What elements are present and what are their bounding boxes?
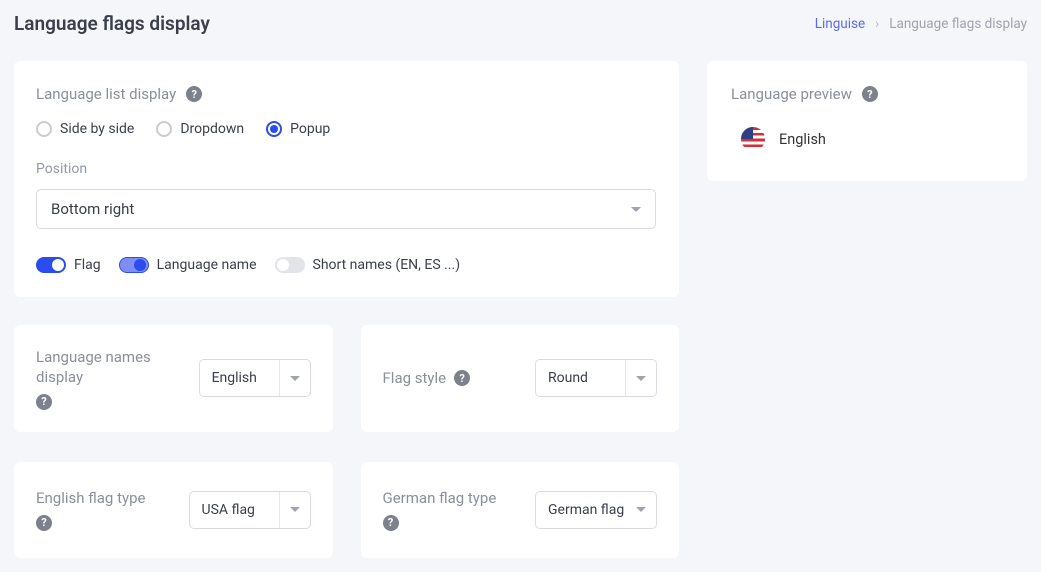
card-title: Language preview ? (731, 85, 1003, 103)
toggle-language-name[interactable]: Language name (119, 257, 257, 273)
radio-label: Popup (290, 121, 330, 137)
language-names-display-card: Language names display ? English (14, 325, 333, 432)
toggle-switch-icon (36, 257, 66, 273)
select-value: German flag (548, 502, 624, 518)
chevron-right-icon: › (875, 16, 879, 32)
card-label: Flag style (383, 368, 447, 388)
language-name: English (779, 131, 826, 148)
card-title-text: Language preview (731, 85, 852, 103)
breadcrumb: Linguise › Language flags display (815, 16, 1027, 32)
toggle-switch-icon (119, 257, 149, 273)
german-flag-select[interactable]: German flag (535, 491, 657, 529)
position-select[interactable]: Bottom right (36, 189, 656, 229)
usa-flag-icon (741, 127, 765, 151)
radio-icon (266, 121, 282, 137)
radio-label: Dropdown (180, 121, 244, 137)
toggle-label: Flag (74, 257, 101, 273)
card-label: English flag type (36, 488, 145, 508)
card-title-text: Language list display (36, 85, 176, 103)
toggle-label: Short names (EN, ES ...) (313, 257, 461, 273)
flag-style-card: Flag style ? Round (361, 325, 680, 432)
language-list-display-card: Language list display ? Side by side Dro… (14, 61, 679, 297)
german-flag-type-card: German flag type ? German flag (361, 462, 680, 558)
breadcrumb-current: Language flags display (889, 16, 1027, 32)
help-icon[interactable]: ? (36, 515, 52, 531)
select-value: Round (548, 370, 588, 386)
language-preview-item[interactable]: English (731, 121, 1003, 153)
toggle-switch-icon (275, 257, 305, 273)
breadcrumb-root-link[interactable]: Linguise (815, 16, 865, 32)
flag-style-select[interactable]: Round (535, 359, 657, 397)
radio-dropdown[interactable]: Dropdown (156, 121, 244, 137)
english-flag-type-card: English flag type ? USA flag (14, 462, 333, 558)
chevron-down-icon (290, 376, 300, 381)
language-names-select[interactable]: English (199, 359, 311, 397)
language-preview-card: Language preview ? English (707, 61, 1027, 181)
radio-label: Side by side (60, 121, 134, 137)
chevron-down-icon (636, 376, 646, 381)
help-icon[interactable]: ? (454, 370, 470, 386)
display-mode-radios: Side by side Dropdown Popup (36, 121, 657, 137)
chevron-down-icon (290, 507, 300, 512)
help-icon[interactable]: ? (862, 86, 878, 102)
english-flag-select[interactable]: USA flag (189, 491, 311, 529)
radio-side-by-side[interactable]: Side by side (36, 121, 134, 137)
select-value: Bottom right (51, 200, 134, 218)
chevron-down-icon (636, 507, 646, 512)
page-title: Language flags display (14, 12, 210, 35)
card-label: German flag type (383, 488, 497, 508)
help-icon[interactable]: ? (36, 394, 52, 410)
radio-icon (36, 121, 52, 137)
toggle-label: Language name (157, 257, 257, 273)
position-label: Position (36, 161, 657, 177)
help-icon[interactable]: ? (383, 515, 399, 531)
chevron-down-icon (631, 207, 641, 212)
card-title: Language list display ? (36, 85, 657, 103)
select-value: USA flag (202, 502, 255, 518)
toggles-row: Flag Language name Short names (EN, ES .… (36, 257, 657, 273)
select-value: English (212, 370, 257, 386)
radio-icon (156, 121, 172, 137)
card-label: Language names display (36, 347, 185, 388)
radio-popup[interactable]: Popup (266, 121, 330, 137)
toggle-flag[interactable]: Flag (36, 257, 101, 273)
toggle-short-names[interactable]: Short names (EN, ES ...) (275, 257, 461, 273)
help-icon[interactable]: ? (186, 86, 202, 102)
